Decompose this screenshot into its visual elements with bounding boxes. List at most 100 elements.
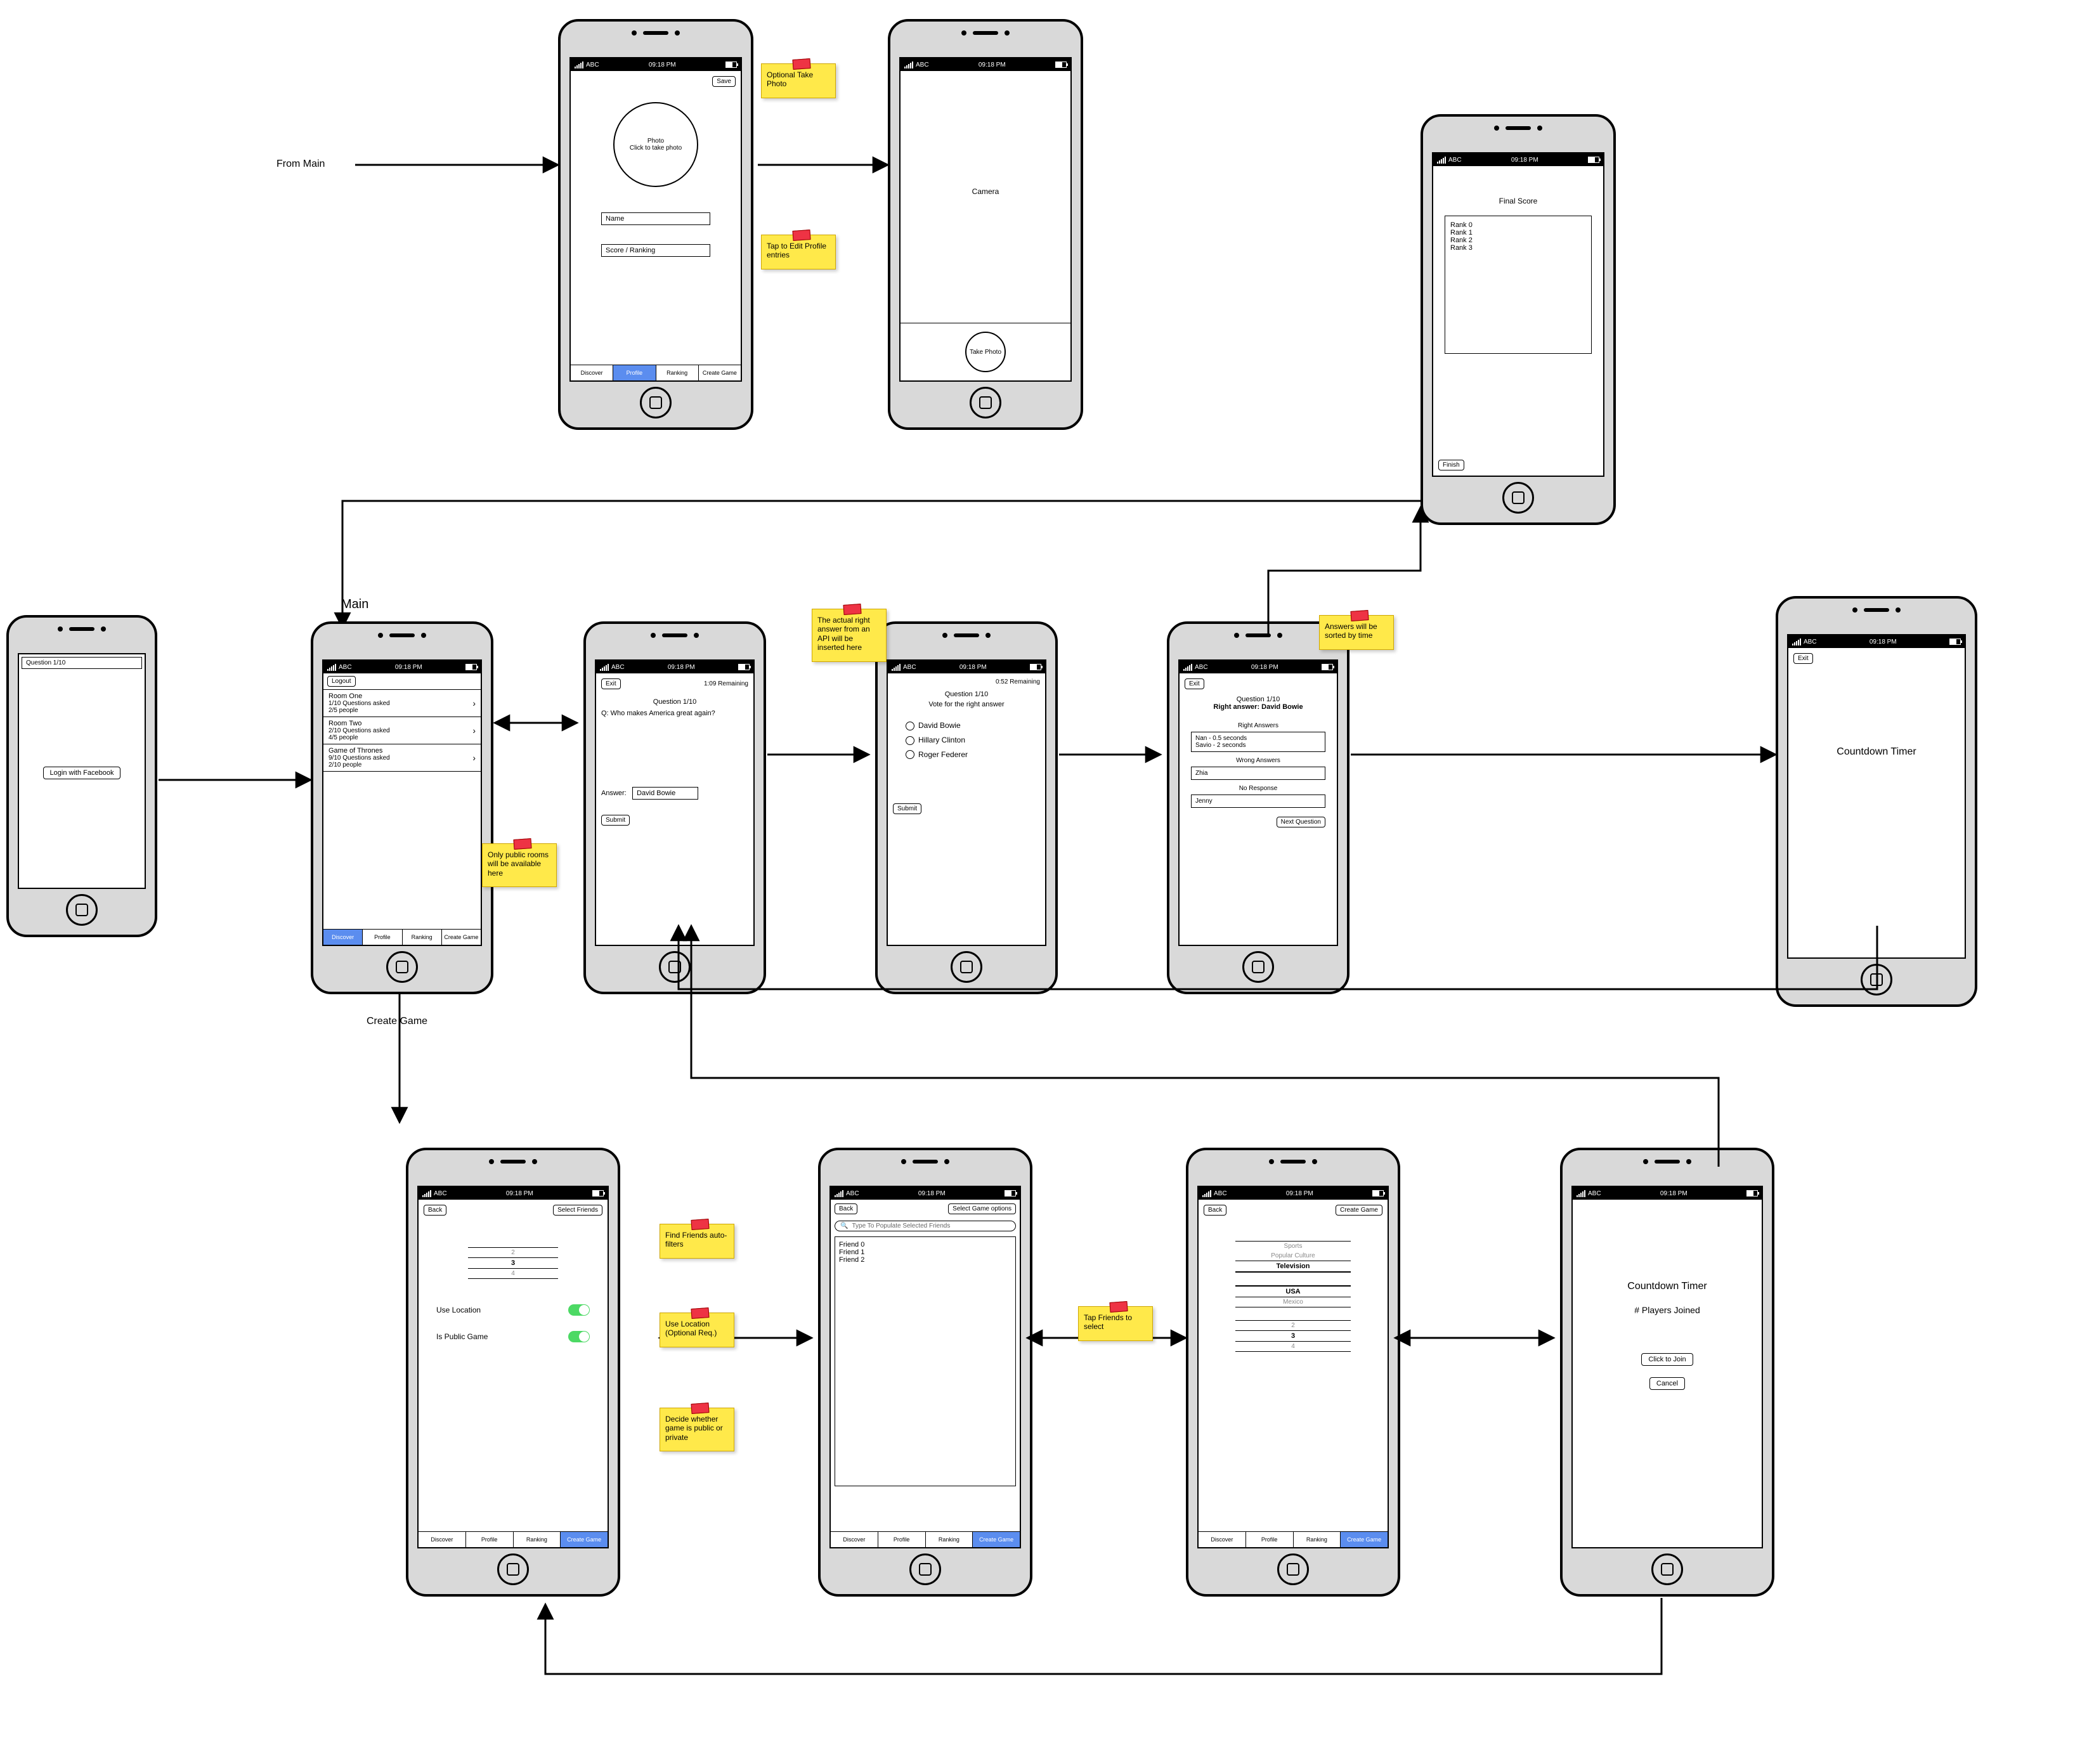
photo-placeholder[interactable]: Photo Click to take photo <box>613 102 698 187</box>
next-question-button[interactable]: Next Question <box>1277 817 1325 827</box>
select-game-options-button[interactable]: Select Game options <box>948 1203 1016 1214</box>
topic-picker[interactable]: Sports Popular Culture Television <box>1235 1241 1351 1273</box>
friend-row[interactable]: Friend 2 <box>839 1256 1011 1264</box>
no-response-list: Jenny <box>1191 794 1325 808</box>
count-picker[interactable]: 2 3 4 <box>468 1247 558 1279</box>
tab-create[interactable]: Create Game <box>699 365 741 380</box>
tab-discover[interactable]: Discover <box>419 1532 466 1547</box>
tab-profile[interactable]: Profile <box>613 365 656 380</box>
back-button[interactable]: Back <box>424 1205 446 1216</box>
home-button[interactable] <box>909 1553 941 1585</box>
phone-create-game: ABC 09:18 PM Back Select Friends 2 3 4 U… <box>406 1148 620 1597</box>
friend-row[interactable]: Friend 0 <box>839 1241 1011 1248</box>
home-button[interactable] <box>951 951 982 983</box>
tab-bar: Discover Profile Ranking Create Game <box>571 365 741 380</box>
tab-bar: Discover Profile Ranking Create Game <box>1199 1531 1388 1547</box>
num-picker[interactable]: 2 3 4 <box>1235 1320 1351 1352</box>
home-button[interactable] <box>1242 951 1274 983</box>
submit-button[interactable]: Submit <box>601 815 630 826</box>
right-answer: Right answer: David Bowie <box>1185 703 1332 711</box>
cancel-button[interactable]: Cancel <box>1649 1377 1685 1390</box>
vote-option[interactable]: David Bowie <box>906 721 1027 730</box>
question-number: Question 1/10 <box>1185 696 1332 703</box>
radio-icon <box>906 736 914 745</box>
back-button[interactable]: Back <box>1204 1205 1226 1216</box>
room-row[interactable]: Room One 1/10 Questions asked 2/5 people… <box>323 690 481 717</box>
select-friends-button[interactable]: Select Friends <box>553 1205 602 1216</box>
exit-button[interactable]: Exit <box>1185 678 1204 689</box>
join-button[interactable]: Click to Join <box>1641 1353 1693 1366</box>
submit-button[interactable]: Submit <box>893 803 921 814</box>
name-field[interactable]: Name <box>601 212 710 225</box>
finish-button[interactable]: Finish <box>1438 460 1464 470</box>
friend-row[interactable]: Friend 1 <box>839 1248 1011 1256</box>
logout-button[interactable]: Logout <box>327 676 356 687</box>
home-button[interactable] <box>1651 1553 1683 1585</box>
save-button[interactable]: Save <box>712 76 736 87</box>
room-row[interactable]: Game of Thrones 9/10 Questions asked 2/1… <box>323 744 481 772</box>
tab-ranking[interactable]: Ranking <box>656 365 699 380</box>
vote-option[interactable]: Hillary Clinton <box>906 736 1027 745</box>
rank-row: Rank 0 <box>1450 221 1586 229</box>
tab-ranking[interactable]: Ranking <box>926 1532 973 1547</box>
create-game-button[interactable]: Create Game <box>1336 1205 1382 1216</box>
home-button[interactable] <box>640 387 672 418</box>
home-button[interactable] <box>1861 964 1892 995</box>
home-button[interactable] <box>386 951 418 983</box>
take-photo-button[interactable]: Take Photo <box>965 332 1006 372</box>
wrong-answers-list: Zhia <box>1191 767 1325 780</box>
is-public-toggle[interactable] <box>568 1331 590 1342</box>
region-picker[interactable]: USA Mexico <box>1235 1285 1351 1307</box>
lobby-sub: # Players Joined <box>1578 1305 1757 1315</box>
status-bar: ABC 09:18 PM <box>1180 661 1337 673</box>
home-button[interactable] <box>1502 482 1534 514</box>
is-public-label: Is Public Game <box>436 1332 488 1341</box>
tab-profile[interactable]: Profile <box>878 1532 926 1547</box>
tab-ranking[interactable]: Ranking <box>403 930 442 945</box>
home-button[interactable] <box>970 387 1001 418</box>
time-remaining: 1:09 Remaining <box>704 680 748 687</box>
exit-button[interactable]: Exit <box>1793 653 1813 664</box>
back-button[interactable]: Back <box>835 1203 857 1214</box>
room-row[interactable]: Room Two 2/10 Questions asked 4/5 people… <box>323 717 481 744</box>
tab-create[interactable]: Create Game <box>442 930 481 945</box>
home-button[interactable] <box>66 894 98 926</box>
login-facebook-button[interactable]: Login with Facebook <box>43 767 121 779</box>
use-location-toggle[interactable] <box>568 1304 590 1316</box>
status-bar: ABC 09:18 PM <box>1788 635 1965 648</box>
rank-row: Rank 2 <box>1450 237 1586 244</box>
phone-main: ABC 09:18 PM Logout Room One 1/10 Questi… <box>311 621 493 994</box>
home-button[interactable] <box>659 951 691 983</box>
tab-create[interactable]: Create Game <box>973 1532 1020 1547</box>
tab-discover[interactable]: Discover <box>323 930 363 945</box>
right-answers-list: Nan - 0.5 secondsSavio - 2 seconds <box>1191 732 1325 752</box>
tab-create[interactable]: Create Game <box>561 1532 608 1547</box>
answer-label: Answer: <box>601 789 627 797</box>
label-create-game: Create Game <box>361 1015 432 1028</box>
tab-create[interactable]: Create Game <box>1341 1532 1388 1547</box>
home-button[interactable] <box>1277 1553 1309 1585</box>
exit-button[interactable]: Exit <box>601 678 621 689</box>
phone-select-friends: ABC 09:18 PM Back Select Game options 🔍 … <box>818 1148 1032 1597</box>
tab-profile[interactable]: Profile <box>363 930 402 945</box>
tab-bar: Discover Profile Ranking Create Game <box>323 929 481 945</box>
note-tap-friends: Tap Friends to select <box>1078 1306 1153 1341</box>
phone-results: ABC 09:18 PM Exit Question 1/10 Right an… <box>1167 621 1349 994</box>
tab-profile[interactable]: Profile <box>1246 1532 1294 1547</box>
tab-ranking[interactable]: Ranking <box>514 1532 561 1547</box>
tab-discover[interactable]: Discover <box>571 365 613 380</box>
search-field[interactable]: 🔍 Type To Populate Selected Friends <box>835 1221 1016 1231</box>
status-bar: ABC 09:18 PM <box>1573 1187 1762 1200</box>
tab-profile[interactable]: Profile <box>466 1532 514 1547</box>
home-button[interactable] <box>497 1553 529 1585</box>
answer-field[interactable]: David Bowie <box>632 787 698 800</box>
note-public-rooms: Only public rooms will be available here <box>482 843 557 887</box>
question-text: Q: Who makes America great again? <box>601 710 748 717</box>
use-location-label: Use Location <box>436 1306 481 1314</box>
vote-prompt: Vote for the right answer <box>893 701 1040 708</box>
tab-discover[interactable]: Discover <box>1199 1532 1246 1547</box>
tab-ranking[interactable]: Ranking <box>1294 1532 1341 1547</box>
rank-row: Rank 1 <box>1450 229 1586 237</box>
tab-discover[interactable]: Discover <box>831 1532 878 1547</box>
vote-option[interactable]: Roger Federer <box>906 750 1027 760</box>
